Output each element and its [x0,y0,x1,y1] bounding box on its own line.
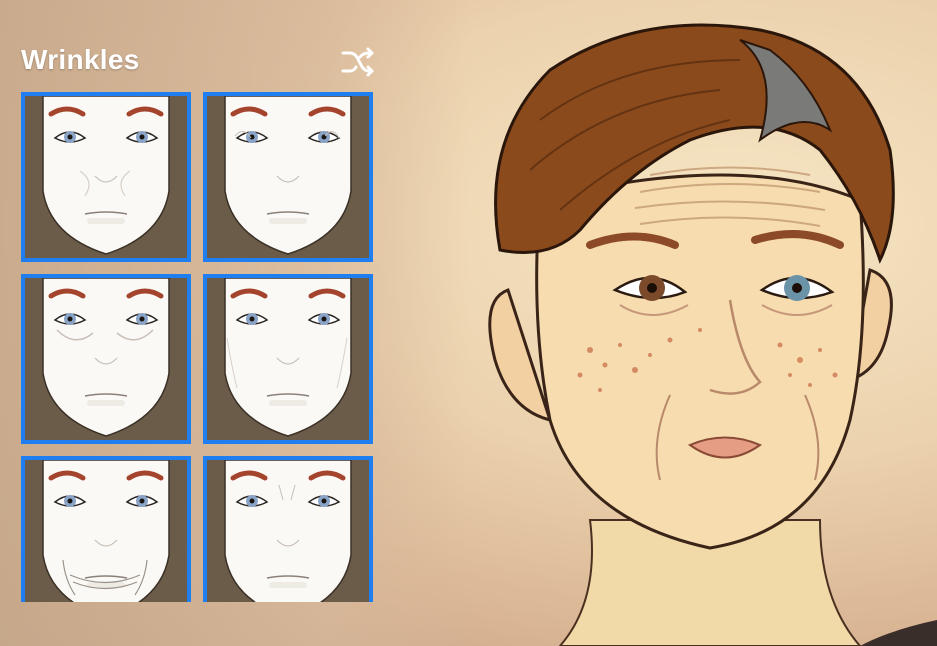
character-portrait [488,23,937,646]
wrinkle-options-grid [21,92,373,602]
wrinkle-option-5[interactable] [21,456,191,602]
shuffle-button[interactable] [340,44,376,78]
face-preview [207,96,369,258]
wrinkle-option-4[interactable] [203,274,373,444]
face-preview [207,278,369,440]
wrinkles-panel: Wrinkles [0,0,390,646]
face-preview [25,278,187,440]
wrinkle-option-6[interactable] [203,456,373,602]
shuffle-icon [341,47,374,77]
face-preview [25,96,187,258]
panel-title: Wrinkles [21,44,140,75]
wrinkle-option-1[interactable] [21,92,191,262]
face-preview [25,460,187,602]
face-preview [207,460,369,602]
wrinkle-option-2[interactable] [203,92,373,262]
wrinkle-option-3[interactable] [21,274,191,444]
